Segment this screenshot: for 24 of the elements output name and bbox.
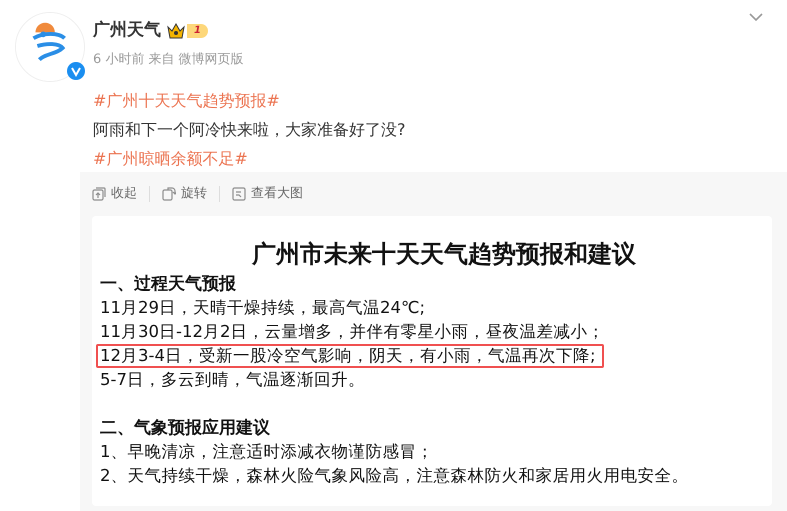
avatar-icon[interactable] <box>15 12 85 82</box>
crown-icon <box>167 22 185 39</box>
topic-link[interactable]: #广州十天天气趋势预报# <box>93 86 280 115</box>
rotate-icon <box>162 187 176 201</box>
dropdown-icon[interactable] <box>749 12 763 22</box>
image-icon <box>232 187 246 201</box>
toolbar-button[interactable]: 旋转 <box>162 184 207 204</box>
image-title: 广州市未来十天天气趋势预报和建议 <box>250 239 637 270</box>
section-heading: 二、气象预报应用建议 <box>100 417 270 440</box>
forecast-line: 11月29日，天晴干燥持续，最高气温24℃; <box>99 297 426 319</box>
forecast-line: 1、早晚清凉，注意适时添减衣物谨防感冒； <box>99 441 434 463</box>
topic-link[interactable]: #广州晾晒余额不足# <box>93 144 248 173</box>
collapse-icon <box>92 187 106 201</box>
toolbar-button[interactable]: 查看大图 <box>232 184 303 204</box>
section-heading: 一、过程天气预报 <box>100 273 236 296</box>
post-meta: 6 小时前 来自 微博网页版 <box>93 50 244 68</box>
level-badge: 1 <box>187 24 208 38</box>
post-text: 阿雨和下一个阿冷快来啦，大家准备好了没? <box>93 119 406 141</box>
forecast-line: 11月30日-12月2日，云量增多，并伴有零星小雨，昼夜温差减小； <box>99 321 606 343</box>
post-image[interactable] <box>92 216 772 506</box>
forecast-line: 5-7日，多云到晴，气温逐渐回升。 <box>99 369 366 391</box>
forecast-line: 2、天气持续干燥，森林火险气象风险高，注意森林防火和家居用火用电安全。 <box>99 465 690 487</box>
author-name[interactable]: 广州天气 <box>93 18 161 44</box>
toolbar-button[interactable]: 收起 <box>92 184 137 204</box>
